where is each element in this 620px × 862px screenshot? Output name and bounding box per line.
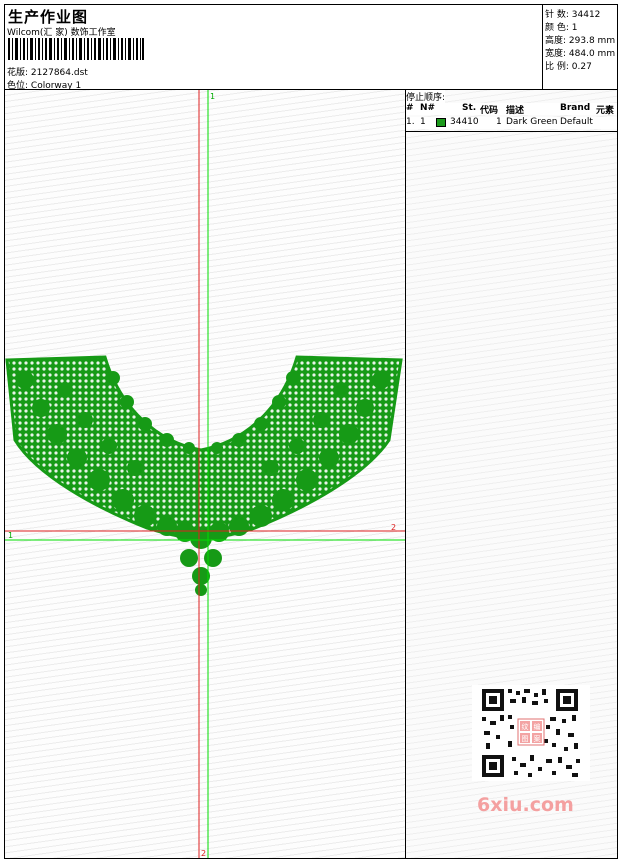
stop-sequence-header: # N# St. 代码 描述 Brand 元素: [406, 103, 617, 116]
row-index: 1.: [406, 117, 415, 127]
row-divider: [406, 131, 617, 132]
col-element: 元素: [596, 106, 615, 116]
design-canvas: 1 2 1 2: [5, 90, 406, 858]
page-title: 生产作业图: [8, 8, 89, 26]
marker-bottom: 2: [201, 849, 206, 858]
company-name: Wilcom(汇 家) 数饰工作室: [7, 28, 116, 38]
collar-embroidery: [5, 355, 403, 596]
design-label: 花版:: [7, 68, 29, 78]
marker-right: 2: [391, 523, 396, 532]
embroidery-preview: 1 2 1 2: [5, 90, 405, 858]
barcode: [8, 38, 144, 60]
svg-text:纹: 纹: [522, 722, 529, 731]
design-file: 花版: 2127864.dst: [7, 65, 88, 78]
svg-text:图: 图: [522, 735, 529, 743]
stop-sequence-title: 停止顺序:: [406, 90, 446, 103]
design-height: 高度: 293.8 mm: [545, 36, 616, 46]
design-info-box: 针 数: 34412 颜 色: 1 高度: 293.8 mm 宽度: 484.0…: [542, 5, 618, 89]
sheet-header: 生产作业图 Wilcom(汇 家) 数饰工作室 花版: 2127864.dst …: [5, 5, 618, 91]
design-scale: 比 例: 0.27: [545, 62, 592, 72]
col-stitches: St.: [462, 103, 477, 113]
color-count: 颜 色: 1: [545, 23, 578, 33]
qr-code: 纹 编 图 案: [472, 685, 590, 781]
col-description: 描述: [506, 106, 525, 116]
design-value: 2127864.dst: [30, 68, 88, 78]
marker-left: 1: [8, 531, 13, 540]
svg-text:案: 案: [534, 734, 541, 743]
marker-top: 1: [210, 92, 215, 101]
col-code: 代码: [480, 106, 499, 116]
row-stitches: 34410: [450, 117, 479, 127]
col-needle: N#: [420, 103, 436, 113]
row-needle: 1: [420, 117, 426, 127]
col-brand: Brand: [560, 103, 591, 113]
color-swatch-box: [436, 118, 446, 127]
row-brand: Default: [560, 117, 593, 127]
table-row: 1. 1 34410 1 Dark Green Default: [406, 117, 617, 129]
svg-text:编: 编: [534, 722, 541, 731]
col-index: #: [406, 103, 414, 113]
watermark-logo: 6xiu.com: [477, 794, 574, 816]
row-code: 1: [496, 117, 502, 127]
row-description: Dark Green: [506, 117, 558, 127]
production-sheet: 生产作业图 Wilcom(汇 家) 数饰工作室 花版: 2127864.dst …: [4, 4, 618, 859]
design-width: 宽度: 484.0 mm: [545, 49, 616, 59]
stitch-count: 针 数: 34412: [545, 10, 601, 20]
